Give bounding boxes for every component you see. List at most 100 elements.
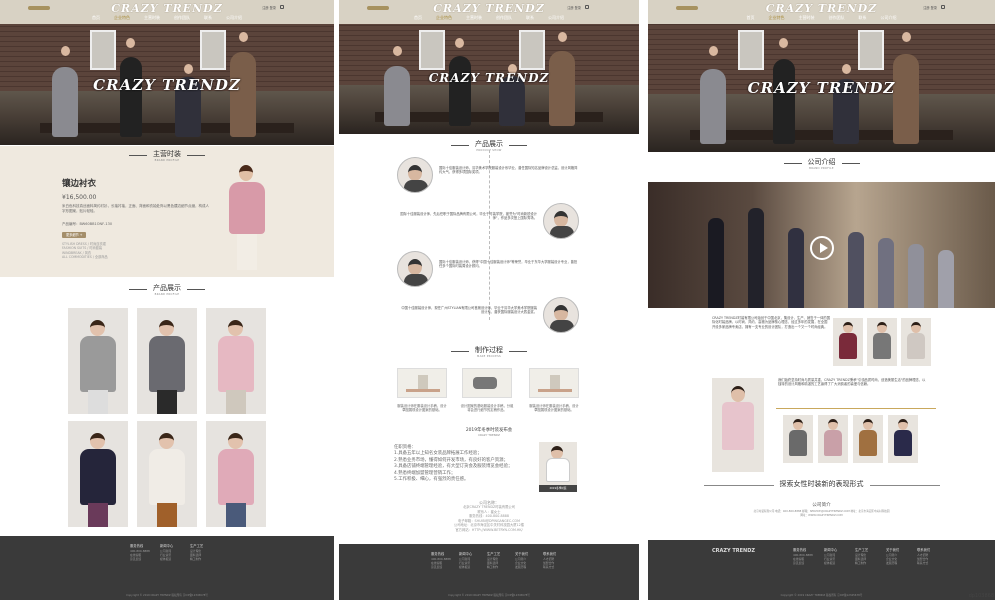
designer-photo [397,157,433,193]
featured-product: 主营时装 BRAND PROFILE 镶边衬衣 ¥16,500.00 米白色科技… [0,146,334,277]
menu-item[interactable]: 首页 [92,15,100,20]
menu-item[interactable]: 企业特色 [769,15,785,20]
menu-item[interactable]: 公司介绍 [548,15,564,20]
product-tile[interactable] [68,421,128,527]
site-footer: CRAZY TRENDZ 服务热线 400-800-8888 在线客服 意见反馈 新闻… [648,540,995,600]
product-price: ¥16,500.00 [62,194,97,201]
designer-bio: 国际十佳服装设计师，先后任职于国际品牌有限公司，毕业于时装学院，被誉为"时尚新锐… [400,212,537,221]
section-title: 公司介绍 [783,158,860,167]
product-code: 产品编号：BW60BB1ONF-130 [62,222,113,226]
product-thumb[interactable] [833,318,863,366]
company-info-title: 公司简介 [812,503,831,508]
hero-banner: CRAZY TRENDZ [339,24,639,134]
site-footer: 服务热线 400-800-8888 在线客服 意见反馈 新闻中心 公司新闻 行业资讯 媒体报… [0,536,334,600]
product-tile[interactable] [206,421,266,527]
menu-item[interactable]: 企业特色 [436,15,452,20]
nav-pill[interactable] [676,6,698,10]
event-photo: 2019冬季时装 [539,442,577,492]
section-title: 制作过程 [451,346,527,355]
footer-column: 关于我们 公司简介 企业文化 发展历程 [886,548,900,565]
cart-icon[interactable] [280,5,284,9]
footer-column: 生产工艺 设计理念 面料选择 精工制作 [190,544,204,561]
section-subtitle: BRAND PROFILE [809,167,834,171]
process-caption: 服装设计师在服装设计手稿，设计草图展现设计图案的基础。 [529,404,579,413]
footer-column: 服务热线 400-800-8888 在线客服 意见反馈 [130,544,150,561]
footer-column: 联系我们 人才招聘 加盟合作 联系方式 [917,548,931,565]
menu-item[interactable]: 主营时装 [144,15,160,20]
login-links[interactable]: 注册 登录 [567,6,581,10]
menu-item[interactable]: 首页 [747,15,755,20]
product-thumb[interactable] [853,415,883,463]
footer-column: 生产工艺 设计理念 面料选择 精工制作 [487,552,501,569]
menu-item[interactable]: 联系 [204,15,212,20]
play-icon[interactable] [810,236,834,260]
featured-model[interactable] [712,378,764,472]
category-links[interactable]: STYLISH DRESS / 时尚连衣裙 FASHION SUITS / 时尚… [62,242,202,259]
product-thumb[interactable] [888,415,918,463]
main-menu: 首页 企业特色 主营时装 创作团队 联系 公司介绍 [339,15,639,20]
copyright: Copyright © 2019 CRAZY TRENDZ 版权所有 京ICP备… [126,593,208,597]
footer-column: 服务热线 400-800-8888 在线客服 意见反馈 [431,552,451,569]
footer-column: 新闻中心 公司新闻 行业资讯 媒体报道 [459,552,473,569]
product-thumb[interactable] [867,318,897,366]
menu-item[interactable]: 公司介绍 [881,15,897,20]
footer-column: 关于我们 公司简介 企业文化 发展历程 [515,552,529,569]
menu-item[interactable]: 联系 [526,15,534,20]
product-tile[interactable] [137,308,197,414]
product-model-photo [225,162,269,274]
designer-bio: 国际十佳服装设计师，清华美术学院服装设计系毕业，曾任国际知名品牌设计总监，设计风… [439,166,578,175]
products-page-mockup: CRAZY TRENDZ 注册 登录 首页 企业特色 主营时装 创作团队 联系 公司介绍 … [339,0,639,600]
login-links[interactable]: 注册 登录 [923,6,937,10]
copyright: Copyright © 2019 CRAZY TRENDZ 版权所有 京ICP备… [780,593,863,597]
login-links[interactable]: 注册 登录 [262,6,276,10]
hero-banner: CRAZY TRENDZ [0,24,334,145]
site-footer: 服务热线 400-800-8888 在线客服 意见反馈 新闻中心 公司新闻 行业资讯 媒体报… [339,544,639,600]
designer-photo [543,203,579,239]
product-thumb[interactable] [783,415,813,463]
top-nav: CRAZY TRENDZ 注册 登录 首页 企业特色 主营时装 创作团队 联系 公司介绍 [0,0,334,24]
section-subtitle: MAKE PROCESS [477,355,501,359]
menu-item[interactable]: 创作团队 [496,15,512,20]
footer-column: 服务热线 400-800-8888 在线客服 意见反馈 [793,548,813,565]
footer-column: 新闻中心 公司新闻 行业资讯 媒体报道 [160,544,174,561]
process-caption: 服装设计师在服装设计手稿，设计草图展现设计图案的基础。 [397,404,447,413]
menu-item[interactable]: 创作团队 [174,15,190,20]
hero-banner: CRAZY TRENDZ [648,24,995,152]
runway-video[interactable] [648,182,995,308]
explore-banner: 探索女性时装新的表现形式 [648,480,995,489]
footer-column: 生产工艺 设计理念 面料选择 精工制作 [855,548,869,565]
product-thumb[interactable] [818,415,848,463]
watermark: dp103868 [968,593,994,599]
menu-item[interactable]: 企业特色 [114,15,130,20]
section-title: 产品展示 [129,284,205,293]
homepage-mockup: CRAZY TRENDZ 注册 登录 首页 企业特色 主营时装 创作团队 联系 公司介绍 … [0,0,334,600]
menu-item[interactable]: 主营时装 [466,15,482,20]
menu-item[interactable]: 公司介绍 [226,15,242,20]
product-tile[interactable] [206,308,266,414]
designer-bio: 中国十佳服装设计师，现任广州STYLIAN有限公司首席设计师，毕业于清华大学美术… [401,306,537,315]
more-details-button[interactable]: 更多细节 + [62,232,87,239]
mockup-stage: CRAZY TRENDZ 注册 登录 首页 企业特色 主营时装 创作团队 联系 公司介绍 … [0,0,998,600]
copyright: Copyright © 2019 CRAZY TRENDZ 版权所有 京ICP备… [448,593,530,597]
contact-info: 公司名称： 北京CRAZY TRENDZ时装有限公司 联系人：崔女士 服务热线：40… [453,500,525,532]
footer-brand[interactable]: CRAZY TRENDZ [712,548,755,555]
product-tile[interactable] [68,308,128,414]
top-nav: CRAZY TRENDZ 注册 登录 首页 企业特色 主营时装 创作团队 联系 公司介绍 [648,0,995,24]
nav-pill[interactable] [367,6,389,10]
menu-item[interactable]: 首页 [414,15,422,20]
top-nav: CRAZY TRENDZ 注册 登录 首页 企业特色 主营时装 创作团队 联系 公司介绍 [339,0,639,24]
designer-photo [543,297,579,333]
menu-item[interactable]: 创作团队 [829,15,845,20]
hero-title: CRAZY TRENDZ [747,78,896,97]
cart-icon[interactable] [585,5,589,9]
process-photo [529,368,579,398]
product-thumb[interactable] [901,318,931,366]
nav-pill[interactable] [28,6,50,10]
process-caption: 设计图案的基础服装设计手稿，分组将会进行细节的定稿作品。 [460,404,514,413]
cart-icon[interactable] [941,5,945,9]
product-tile[interactable] [137,421,197,527]
menu-item[interactable]: 主营时装 [799,15,815,20]
main-menu: 首页 企业特色 主营时装 创作团队 联系 公司介绍 [0,15,334,20]
footer-column: 联系我们 人才招聘 加盟合作 联系方式 [543,552,557,569]
menu-item[interactable]: 联系 [859,15,867,20]
